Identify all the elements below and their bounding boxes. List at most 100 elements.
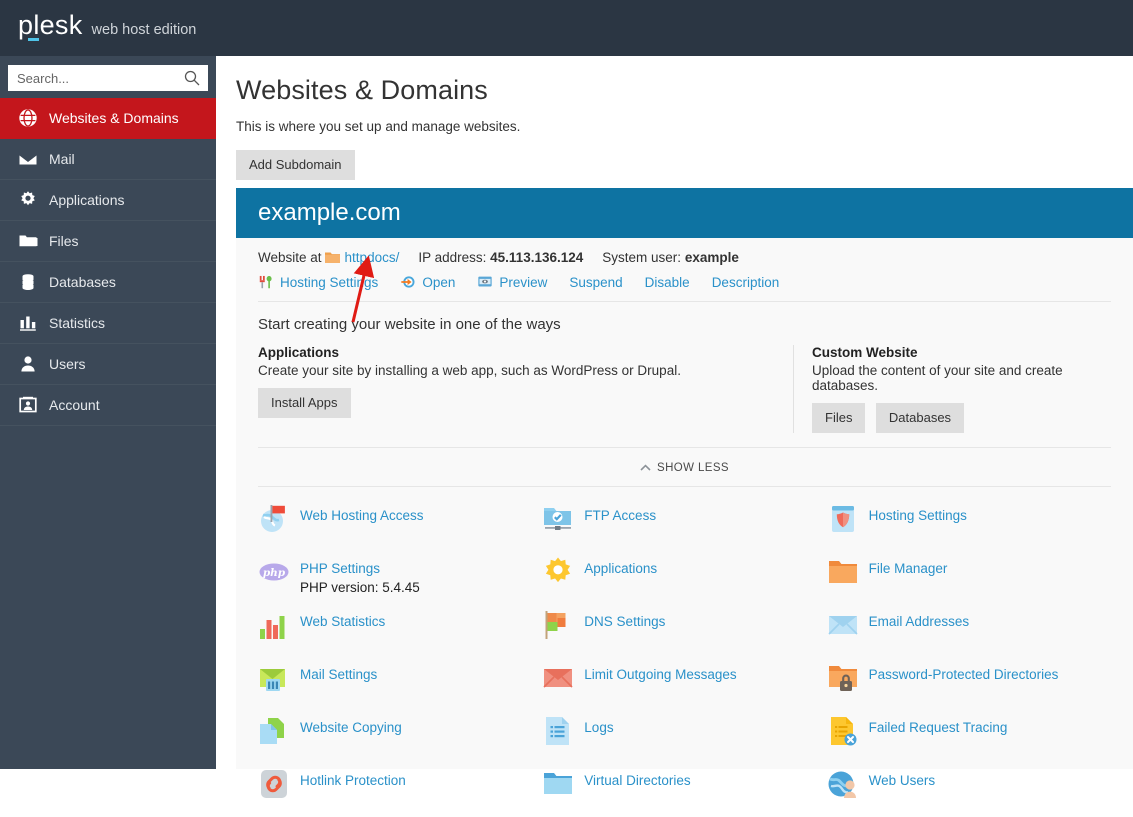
feature-sublabel: PHP version: 5.4.45 [300,580,420,595]
feature-label[interactable]: Web Statistics [300,614,385,629]
domain-action-label[interactable]: Description [712,275,780,290]
feature-text: Mail Settings [300,662,377,682]
sidebar-item-label: Databases [49,274,116,290]
feature-label[interactable]: FTP Access [584,508,656,523]
main-content: Websites & Domains This is where you set… [236,56,1133,798]
add-subdomain-button[interactable]: Add Subdomain [236,150,355,180]
domain-action-label[interactable]: Suspend [569,275,622,290]
ip-address-label: IP address: [418,250,487,265]
files-button[interactable]: Files [812,403,866,433]
start-creating-heading: Start creating your website in one of th… [258,316,561,333]
feature-text: Hotlink Protection [300,768,406,788]
feature-item[interactable]: Email Addresses [827,605,1111,658]
id-card-icon [18,395,38,415]
feature-label[interactable]: Applications [584,561,657,576]
domain-action-suspend[interactable]: Suspend [569,275,622,290]
feature-item[interactable]: Mail Settings [258,658,542,711]
feature-item[interactable]: Virtual Directories [542,764,826,817]
feature-item[interactable]: Web Users [827,764,1111,817]
feature-text: Logs [584,715,613,735]
feature-label[interactable]: Password-Protected Directories [869,667,1059,682]
search-box[interactable] [8,65,208,91]
document-error-icon [827,715,859,747]
domain-action-label[interactable]: Disable [645,275,690,290]
feature-label[interactable]: Email Addresses [869,614,970,629]
custom-website-title: Custom Website [812,345,918,360]
feature-label[interactable]: PHP Settings [300,561,420,576]
sidebar-item-statistics[interactable]: Statistics [0,303,216,344]
feature-label[interactable]: Web Hosting Access [300,508,424,523]
gear-icon [18,190,38,210]
domain-action-open[interactable]: Open [400,274,455,290]
sidebar-item-applications[interactable]: Applications [0,180,216,221]
tools-icon [258,274,274,290]
feature-label[interactable]: Hotlink Protection [300,773,406,788]
folder-icon [324,252,340,263]
domain-action-description[interactable]: Description [712,275,780,290]
custom-website-desc: Upload the content of your site and crea… [812,363,1063,393]
feature-item[interactable]: DNS Settings [542,605,826,658]
sidebar-item-mail[interactable]: Mail [0,139,216,180]
feature-item[interactable]: File Manager [827,552,1111,605]
domain-action-disable[interactable]: Disable [645,275,690,290]
feature-item[interactable]: Failed Request Tracing [827,711,1111,764]
search-input[interactable] [9,66,207,90]
feature-text: Password-Protected Directories [869,662,1059,682]
feature-label[interactable]: File Manager [869,561,948,576]
folder-lock-icon [827,662,859,694]
docroot-link[interactable]: httpdocs/ [345,250,400,265]
logo-underline-accent [28,38,39,41]
feature-item[interactable]: FTP Access [542,499,826,552]
feature-label[interactable]: Website Copying [300,720,402,735]
plesk-logo[interactable]: plesk web host edition [18,12,196,41]
feature-label[interactable]: Failed Request Tracing [869,720,1008,735]
sidebar-item-account[interactable]: Account [0,385,216,426]
feature-item[interactable]: Limit Outgoing Messages [542,658,826,711]
feature-item[interactable]: Website Copying [258,711,542,764]
sidebar-item-users[interactable]: Users [0,344,216,385]
feature-item[interactable]: Web Hosting Access [258,499,542,552]
feature-column-3: Hosting Settings File Manager Email Addres… [827,499,1111,817]
feature-label[interactable]: Mail Settings [300,667,377,682]
feature-item[interactable]: Web Statistics [258,605,542,658]
bar-chart-color-icon [258,609,290,641]
feature-item[interactable]: Hotlink Protection [258,764,542,817]
feature-label[interactable]: Virtual Directories [584,773,690,788]
shield-panel-icon [827,503,859,535]
user-icon [18,354,38,374]
php-icon: php [258,556,290,588]
feature-item[interactable]: Logs [542,711,826,764]
sidebar-item-label: Applications [49,192,125,208]
sidebar-item-databases[interactable]: Databases [0,262,216,303]
feature-text: Hosting Settings [869,503,967,523]
feature-item[interactable]: Password-Protected Directories [827,658,1111,711]
feature-label[interactable]: Hosting Settings [869,508,967,523]
show-less-row: SHOW LESS [258,448,1111,487]
domain-action-label[interactable]: Hosting Settings [280,275,378,290]
applications-desc: Create your site by installing a web app… [258,363,681,378]
domain-action-label[interactable]: Preview [499,275,547,290]
system-user-label: System user: [602,250,682,265]
sidebar-nav: Websites & Domains Mail Applications Files D… [0,98,216,426]
feature-column-2: FTP Access Applications DNS Settings Limit … [542,499,826,817]
feature-item[interactable]: php PHP Settings PHP version: 5.4.45 [258,552,542,605]
domain-action-preview[interactable]: Preview [477,274,547,290]
feature-label[interactable]: Web Users [869,773,936,788]
sidebar: Websites & Domains Mail Applications Files D… [0,56,216,769]
feature-text: File Manager [869,556,948,576]
domain-action-label[interactable]: Open [422,275,455,290]
feature-label[interactable]: Limit Outgoing Messages [584,667,736,682]
install-apps-button[interactable]: Install Apps [258,388,351,418]
feature-label[interactable]: Logs [584,720,613,735]
sidebar-item-label: Websites & Domains [49,110,179,126]
databases-button[interactable]: Databases [875,403,965,433]
feature-item[interactable]: Hosting Settings [827,499,1111,552]
domain-action-hosting-settings[interactable]: Hosting Settings [258,274,378,290]
feature-text: PHP Settings PHP version: 5.4.45 [300,556,420,595]
sidebar-item-websites-domains[interactable]: Websites & Domains [0,98,216,139]
feature-label[interactable]: DNS Settings [584,614,665,629]
page-title: Websites & Domains [236,75,488,105]
show-less-toggle[interactable]: SHOW LESS [640,462,729,474]
feature-item[interactable]: Applications [542,552,826,605]
sidebar-item-files[interactable]: Files [0,221,216,262]
